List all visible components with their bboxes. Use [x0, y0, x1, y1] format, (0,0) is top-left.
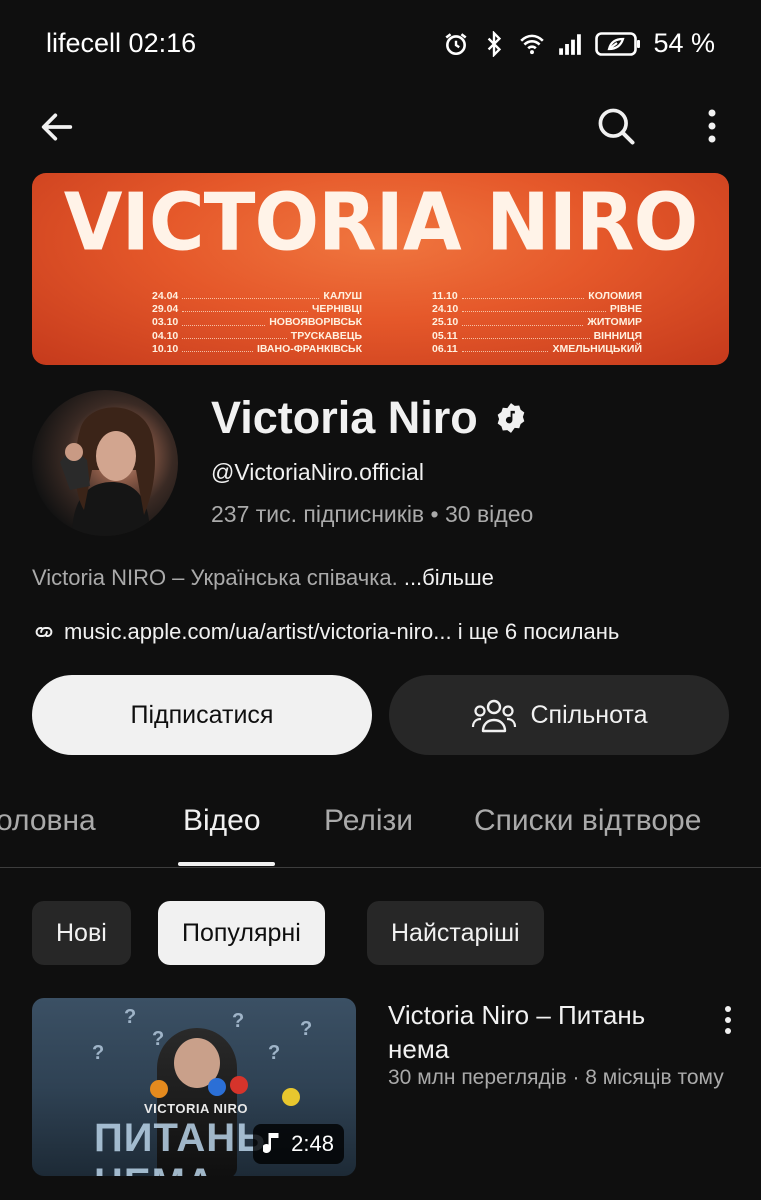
thumb-decor — [230, 1076, 248, 1094]
search-button[interactable] — [592, 102, 640, 150]
video-menu-button[interactable] — [714, 1000, 742, 1040]
channel-stats: 237 тис. підписників • 30 відео — [211, 501, 534, 527]
tour-date: 11.10 — [432, 290, 458, 302]
active-tab-indicator — [178, 862, 275, 866]
channel-avatar[interactable] — [32, 390, 178, 536]
status-right: 54 % — [443, 28, 715, 59]
thumb-decor — [208, 1078, 226, 1096]
tour-city: ЖИТОМИР — [587, 316, 642, 329]
status-left: lifecell 02:16 — [46, 28, 196, 59]
battery-icon — [595, 31, 641, 56]
more-links: і ще 6 посилань — [451, 619, 620, 644]
video-title[interactable]: Victoria Niro – Питань нема — [388, 998, 708, 1066]
thumb-decor: ? — [268, 1042, 281, 1064]
channel-tabs: оловна Відео Релізи Списки відтворе — [0, 790, 761, 868]
channel-name: Victoria Niro — [211, 392, 478, 443]
verified-artist-icon — [497, 403, 525, 433]
thumb-decor: ? — [300, 1018, 313, 1040]
tour-dates-left: 24.04 КАЛУШ 29.04 ЧЕРНІВЦІ 03.10 НОВОЯВОРІВ… — [152, 290, 362, 356]
chip-oldest[interactable]: Найстаріші — [367, 901, 544, 965]
tour-city: ВІННИЦЯ — [593, 329, 642, 342]
alarm-icon — [445, 32, 467, 55]
tour-date: 06.11 — [432, 342, 458, 355]
back-button[interactable] — [34, 104, 80, 150]
tour-city: ХМЕЛЬНИЦЬКИЙ — [552, 342, 642, 355]
tour-date: 25.10 — [432, 316, 459, 329]
music-note-icon — [263, 1133, 279, 1154]
tour-row: 11.10 КОЛОМИЯ — [432, 290, 642, 303]
channel-description[interactable]: Victoria NIRO – Українська співачка. ...… — [32, 565, 494, 591]
wifi-icon — [520, 34, 545, 54]
link-icon — [35, 627, 53, 637]
arrow-back-icon — [41, 113, 73, 141]
tour-date: 03.10 — [152, 316, 179, 329]
tour-dates-right: 11.10 КОЛОМИЯ 24.10 РІВНЕ 25.10 ЖИТОМИР 05.… — [432, 290, 642, 356]
video-thumbnail[interactable]: ? ? ? ? ? ? VICTORIA NIRO ПИТАНЬ НЕМА 2:… — [32, 998, 356, 1176]
channel-title: Victoria Niro — [211, 392, 528, 444]
channel-handle: @VictoriaNiro.official — [211, 459, 424, 485]
tour-row: 25.10 ЖИТОМИР — [432, 316, 642, 329]
tour-date: 04.10 — [152, 329, 179, 342]
tour-row: 29.04 ЧЕРНІВЦІ — [152, 303, 362, 316]
tour-date: 29.04 — [152, 303, 179, 316]
people-icon — [471, 699, 516, 733]
battery-level: 54 % — [653, 28, 715, 58]
tour-row: 06.11 ХМЕЛЬНИЦЬКИЙ — [432, 343, 642, 356]
tour-date: 05.11 — [432, 329, 458, 342]
duration-text: 2:48 — [291, 1131, 334, 1156]
community-button[interactable]: Спільнота — [389, 675, 729, 755]
tab-home[interactable]: оловна — [0, 804, 96, 838]
thumb-decor: ? — [92, 1042, 105, 1064]
more-vert-icon — [708, 109, 716, 143]
chip-popular[interactable]: Популярні — [158, 901, 325, 965]
tour-city: ТРУСКАВЕЦЬ — [290, 329, 362, 342]
tour-row: 24.10 РІВНЕ — [432, 303, 642, 316]
community-label: Спільнота — [530, 700, 648, 729]
thumb-decor — [282, 1088, 300, 1106]
tour-row: 03.10 НОВОЯВОРІВСЬК — [152, 316, 362, 329]
banner-title: VICTORIA NIRO — [63, 174, 698, 269]
tour-row: 05.11 ВІННИЦЯ — [432, 330, 642, 343]
search-icon — [598, 108, 635, 145]
avatar-portrait — [60, 407, 155, 536]
signal-icon — [559, 33, 582, 55]
tab-playlists[interactable]: Списки відтворе — [474, 804, 701, 838]
chip-newest[interactable]: Нові — [32, 901, 131, 965]
channel-links[interactable]: music.apple.com/ua/artist/victoria-niro.… — [32, 619, 619, 645]
tour-date: 10.10 — [152, 342, 179, 355]
tab-releases[interactable]: Релізи — [324, 804, 413, 838]
tour-date: 24.04 — [152, 290, 179, 302]
tour-date: 24.10 — [432, 303, 459, 316]
tour-city: КОЛОМИЯ — [588, 290, 642, 302]
more-vert-icon — [725, 1006, 731, 1034]
tour-city: ЧЕРНІВЦІ — [311, 303, 362, 316]
description-more-link[interactable]: ...більше — [398, 565, 494, 590]
clock: 02:16 — [128, 28, 197, 58]
description-text: Victoria NIRO – Українська співачка. — [32, 565, 398, 590]
thumb-decor: ? — [232, 1010, 245, 1032]
channel-banner: VICTORIA NIRO 24.04 КАЛУШ 29.04 ЧЕРНІВЦІ 0… — [32, 173, 729, 365]
bluetooth-icon — [488, 30, 502, 57]
top-app-bar — [0, 96, 761, 156]
tour-row: 04.10 ТРУСКАВЕЦЬ — [152, 330, 362, 343]
subscribe-button[interactable]: Підписатися — [32, 675, 372, 755]
duration-badge: 2:48 — [253, 1124, 344, 1164]
tour-row: 24.04 КАЛУШ — [152, 290, 362, 303]
tour-city: КАЛУШ — [323, 290, 362, 302]
status-bar: lifecell 02:16 54 % — [0, 0, 761, 90]
more-options-button[interactable] — [694, 102, 730, 150]
tour-city: ІВАНО-ФРАНКІВСЬК — [256, 342, 362, 355]
tour-city: РІВНЕ — [609, 303, 642, 316]
video-meta: 30 млн переглядів · 8 місяців тому — [388, 1066, 724, 1089]
tour-row: 10.10 ІВАНО-ФРАНКІВСЬК — [152, 343, 362, 356]
thumb-decor: ? — [124, 1006, 137, 1028]
thumb-decor — [150, 1080, 168, 1098]
link-url: music.apple.com/ua/artist/victoria-niro.… — [64, 619, 452, 644]
carrier-label: lifecell — [46, 28, 122, 58]
thumb-artist-text: VICTORIA NIRO — [144, 1101, 249, 1116]
tour-city: НОВОЯВОРІВСЬК — [269, 316, 362, 329]
tab-videos[interactable]: Відео — [183, 804, 261, 838]
